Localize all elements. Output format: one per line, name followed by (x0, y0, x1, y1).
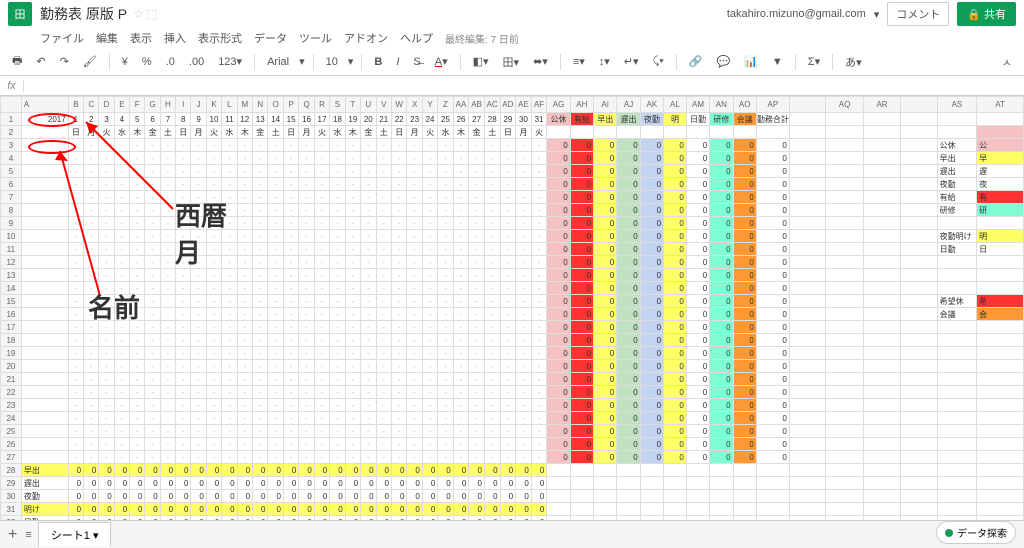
toolbar: 🖶 ↶ ↷ 🖌 ¥ % .0 .00 123▾ Arial▾ 10▾ B I S… (0, 48, 1024, 76)
menu-addons[interactable]: アドオン (344, 30, 388, 46)
strike-icon[interactable]: S̶ (409, 54, 424, 70)
currency-icon[interactable]: ¥ (118, 54, 132, 70)
wrap-icon[interactable]: ↵▾ (620, 53, 643, 70)
collapse-icon[interactable]: ㅅ (998, 52, 1016, 72)
rotate-icon[interactable]: ⤹▾ (649, 53, 668, 70)
print-icon[interactable]: 🖶 (8, 50, 26, 73)
filter-icon[interactable]: ▼ (768, 54, 787, 70)
dec-dec-icon[interactable]: .0 (162, 54, 179, 70)
text-color-icon[interactable]: A▾ (431, 53, 452, 70)
paint-icon[interactable]: 🖌 (79, 53, 101, 70)
sheet-area[interactable]: ABCDEFGHIJKLMNOPQRSTUVWXYZAAABACADAEAFAG… (0, 96, 1024, 538)
merge-icon[interactable]: ⬌▾ (529, 53, 552, 70)
italic-icon[interactable]: I (392, 54, 403, 70)
link-icon[interactable]: 🔗 (685, 53, 707, 70)
sheet-tabs: + ≡ シート1 ▾ (0, 520, 1024, 548)
comment-button[interactable]: コメント (887, 2, 949, 26)
all-sheets-icon[interactable]: ≡ (25, 529, 31, 541)
menu-view[interactable]: 表示 (130, 30, 152, 46)
percent-icon[interactable]: % (138, 54, 156, 70)
fx-label: fx (0, 80, 24, 92)
border-icon[interactable]: 田▾ (499, 52, 524, 72)
dropdown-icon[interactable]: ▾ (874, 8, 880, 21)
explore-icon (945, 529, 953, 537)
valign-icon[interactable]: ↕▾ (595, 53, 614, 70)
ime-icon[interactable]: あ▾ (841, 52, 866, 72)
sheet-tab-1[interactable]: シート1 ▾ (38, 522, 112, 547)
menu-edit[interactable]: 編集 (96, 30, 118, 46)
chart-icon[interactable]: 📊 (740, 53, 762, 70)
font-select[interactable]: Arial (263, 54, 293, 70)
lock-icon: 🔒 (967, 8, 981, 21)
redo-icon[interactable]: ↷ (56, 53, 73, 70)
last-edit: 最終編集: 7 日前 (445, 31, 519, 46)
folder-icon[interactable]: ⬚ (146, 7, 157, 21)
menu-file[interactable]: ファイル (40, 30, 84, 46)
menu-bar: ファイル 編集 表示 挿入 表示形式 データ ツール アドオン ヘルプ 最終編集… (0, 28, 1024, 48)
user-email[interactable]: takahiro.mizuno@gmail.com (727, 8, 866, 20)
menu-data[interactable]: データ (254, 30, 287, 46)
fill-icon[interactable]: ◧▾ (469, 53, 493, 70)
doc-title[interactable]: 勤務表 原版 P (40, 4, 127, 24)
inc-dec-icon[interactable]: .00 (185, 54, 208, 70)
add-sheet-icon[interactable]: + (8, 526, 17, 544)
font-size[interactable]: 10 (322, 54, 342, 70)
menu-tools[interactable]: ツール (299, 30, 332, 46)
share-button[interactable]: 🔒共有 (957, 2, 1016, 26)
comment-icon[interactable]: 💬 (713, 53, 735, 70)
functions-icon[interactable]: Σ▾ (804, 53, 824, 70)
bold-icon[interactable]: B (370, 54, 386, 70)
star-icon[interactable]: ☆ (133, 7, 144, 21)
spreadsheet-grid[interactable]: ABCDEFGHIJKLMNOPQRSTUVWXYZAAABACADAEAFAG… (0, 96, 1024, 538)
sheets-logo: 田 (8, 2, 32, 26)
undo-icon[interactable]: ↶ (32, 53, 49, 70)
menu-insert[interactable]: 挿入 (164, 30, 186, 46)
format-menu[interactable]: 123▾ (214, 53, 246, 70)
halign-icon[interactable]: ≡▾ (569, 53, 589, 70)
menu-help[interactable]: ヘルプ (400, 30, 433, 46)
explore-button[interactable]: データ探索 (936, 521, 1016, 544)
menu-format[interactable]: 表示形式 (198, 30, 242, 46)
